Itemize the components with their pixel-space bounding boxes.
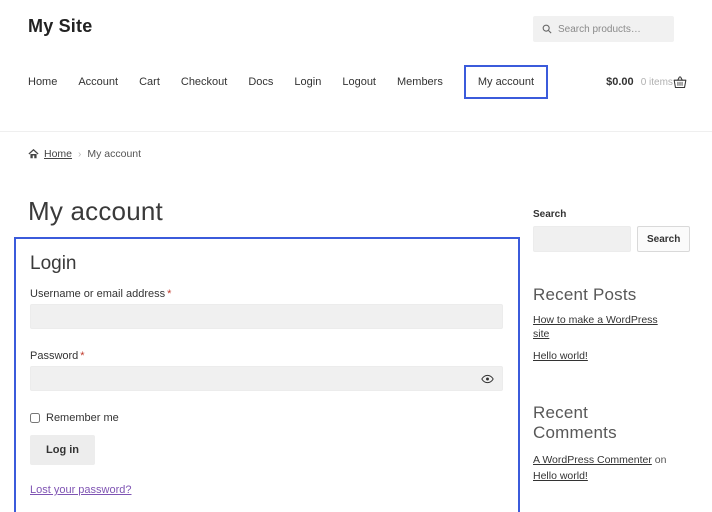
login-form-title: Login [30,253,503,275]
header-search-placeholder: Search products… [558,24,641,35]
password-field-group: Password* [30,350,503,391]
nav-item-login[interactable]: Login [294,76,321,88]
required-mark: * [80,350,84,362]
recent-comments-title: Recent Comments [533,403,676,443]
breadcrumb-separator: › [78,149,81,160]
recent-comment-item: A WordPress Commenter on Hello world! [533,452,676,485]
primary-column: My account Login Username or email addre… [28,160,520,512]
nav-item-members[interactable]: Members [397,76,443,88]
breadcrumb-current: My account [87,148,141,160]
nav-item-my-account[interactable]: My account [464,65,548,99]
nav-item-checkout[interactable]: Checkout [181,76,227,88]
lost-password-link[interactable]: Lost your password? [30,484,132,496]
site-title: My Site [28,16,92,37]
page: My Site Search products… Home Account Ca… [0,0,712,512]
breadcrumb: Home › My account [0,148,712,160]
username-label: Username or email address* [30,288,503,300]
recent-posts-title: Recent Posts [533,285,676,305]
sidebar-search-input[interactable] [533,226,631,252]
eye-icon[interactable] [481,374,494,383]
primary-nav: Home Account Cart Checkout Docs Login Lo… [0,63,712,101]
cart-item-count: 0 items [641,77,673,88]
nav-item-cart[interactable]: Cart [139,76,160,88]
main-content: My account Login Username or email addre… [0,160,712,512]
username-field-group: Username or email address* [30,288,503,329]
nav-item-docs[interactable]: Docs [248,76,273,88]
header-divider [0,131,712,132]
password-input[interactable] [30,366,503,391]
comment-post-link[interactable]: Hello world! [533,470,588,482]
home-icon [28,149,39,159]
remember-me-checkbox[interactable] [30,413,40,423]
comment-connector: on [652,454,667,466]
header: My Site Search products… [0,0,712,42]
remember-me: Remember me [30,412,503,424]
password-input-wrap [30,366,503,391]
page-title: My account [28,196,520,227]
search-icon [542,24,552,34]
breadcrumb-home-link[interactable]: Home [44,148,72,160]
recent-post-link[interactable]: Hello world! [533,349,676,363]
basket-icon[interactable] [673,76,687,89]
password-label: Password* [30,350,503,362]
sidebar-search-label: Search [533,209,676,220]
comment-author-link[interactable]: A WordPress Commenter [533,454,652,466]
cart-total: $0.00 [606,76,634,88]
login-form: Login Username or email address* Passwor… [14,237,520,512]
sidebar: Search Search Recent Posts How to make a… [533,160,676,512]
nav-item-logout[interactable]: Logout [342,76,376,88]
login-button[interactable]: Log in [30,435,95,465]
required-mark: * [167,288,171,300]
remember-me-label: Remember me [46,412,119,424]
cart-contents[interactable]: $0.00 0 items [606,76,673,88]
nav-item-home[interactable]: Home [28,76,57,88]
nav-item-account[interactable]: Account [78,76,118,88]
username-label-text: Username or email address [30,288,165,300]
username-input[interactable] [30,304,503,329]
sidebar-search-form: Search [533,226,676,252]
password-label-text: Password [30,350,78,362]
header-search-input[interactable]: Search products… [533,16,674,42]
recent-post-link[interactable]: How to make a WordPress site [533,313,676,341]
sidebar-search-button[interactable]: Search [637,226,690,252]
